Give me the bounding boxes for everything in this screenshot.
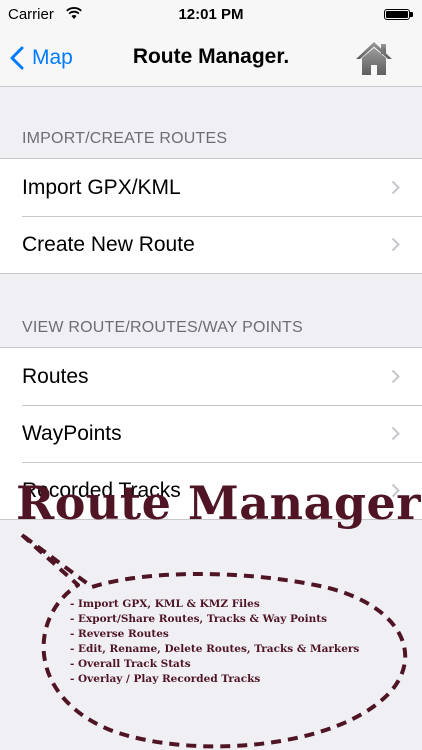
chevron-right-icon (391, 369, 400, 384)
row-label: Create New Route (22, 232, 195, 256)
section-header-view: VIEW ROUTE/ROUTES/WAY POINTS (22, 319, 303, 336)
feature-item: - Reverse Routes (70, 628, 169, 640)
chevron-right-icon (391, 426, 400, 441)
home-icon[interactable] (354, 39, 394, 77)
feature-item: - Edit, Rename, Delete Routes, Tracks & … (70, 643, 360, 655)
chevron-right-icon (391, 180, 400, 195)
row-label: WayPoints (22, 421, 122, 445)
import-gpx-kml-row[interactable]: Import GPX/KML (0, 159, 422, 216)
navigation-bar: Map Route Manager. (0, 30, 422, 87)
routes-row[interactable]: Routes (0, 348, 422, 405)
feature-item: - Overall Track Stats (70, 658, 191, 670)
waypoints-row[interactable]: WayPoints (0, 405, 422, 462)
status-bar: Carrier 12:01 PM (0, 0, 422, 30)
feature-list: - Import GPX, KML & KMZ Files - Export/S… (70, 597, 359, 687)
battery-tip (410, 12, 413, 17)
import-create-group: Import GPX/KML Create New Route (0, 158, 422, 274)
feature-item: - Import GPX, KML & KMZ Files (70, 598, 260, 610)
row-label: Routes (22, 364, 89, 388)
create-new-route-row[interactable]: Create New Route (0, 216, 422, 273)
chevron-right-icon (391, 237, 400, 252)
feature-item: - Export/Share Routes, Tracks & Way Poin… (70, 613, 328, 625)
row-label: Import GPX/KML (22, 175, 181, 199)
promo-title: Route Manager (16, 476, 422, 530)
feature-item: - Overlay / Play Recorded Tracks (70, 673, 261, 685)
clock: 12:01 PM (178, 6, 244, 23)
battery-icon (384, 9, 410, 20)
section-header-import: IMPORT/CREATE ROUTES (22, 130, 228, 147)
